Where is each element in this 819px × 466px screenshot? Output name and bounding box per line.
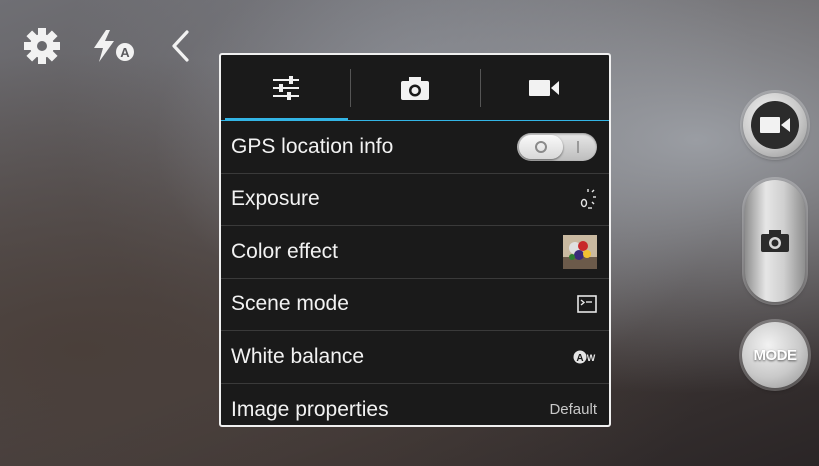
tab-camera-settings[interactable] (350, 55, 479, 121)
sliders-icon (272, 76, 299, 100)
setting-color-effect[interactable]: Color effect (221, 226, 609, 279)
image-properties-value: Default (549, 401, 597, 419)
setting-image-properties[interactable]: Image properties Default (221, 384, 609, 426)
settings-gear-icon[interactable] (20, 26, 64, 66)
video-camera-icon (760, 117, 790, 133)
tab-underline (221, 120, 609, 121)
record-video-button[interactable] (743, 93, 807, 157)
flash-auto-button[interactable]: A (88, 26, 148, 66)
camera-icon (400, 77, 429, 100)
tab-video-settings[interactable] (479, 55, 609, 121)
setting-label: Image properties (231, 397, 389, 421)
setting-gps-location[interactable]: GPS location info (221, 121, 609, 174)
settings-tabs (221, 55, 609, 121)
svg-text:A: A (576, 353, 583, 364)
scene-mode-icon (577, 295, 597, 314)
setting-exposure[interactable]: Exposure (221, 174, 609, 226)
mode-label: MODE (753, 346, 798, 364)
svg-text:W: W (587, 353, 596, 363)
chevron-left-icon[interactable] (162, 26, 198, 66)
flash-auto-badge: A (120, 45, 130, 60)
setting-label: Scene mode (231, 292, 349, 316)
color-effect-thumbnail (563, 234, 597, 269)
gps-toggle[interactable] (517, 132, 597, 161)
exposure-icon (580, 189, 596, 209)
setting-scene-mode[interactable]: Scene mode (221, 279, 609, 331)
setting-label: Exposure (231, 187, 320, 211)
record-video-inner (751, 101, 799, 149)
setting-label: GPS location info (231, 134, 394, 158)
toggle-on-mark (577, 140, 579, 153)
video-camera-icon (529, 80, 560, 96)
settings-panel: GPS location info Exposure Color effect (219, 53, 611, 427)
white-balance-auto-icon: A W (573, 350, 596, 364)
shutter-button[interactable] (745, 180, 805, 302)
setting-label: White balance (231, 344, 365, 368)
toggle-knob (519, 134, 563, 159)
camera-icon (761, 230, 789, 252)
setting-white-balance[interactable]: White balance A W (221, 331, 609, 384)
flash-auto-icon: A (94, 30, 134, 62)
mode-button[interactable]: MODE (742, 322, 808, 388)
setting-label: Color effect (231, 239, 338, 263)
tab-general-settings[interactable] (221, 55, 350, 121)
